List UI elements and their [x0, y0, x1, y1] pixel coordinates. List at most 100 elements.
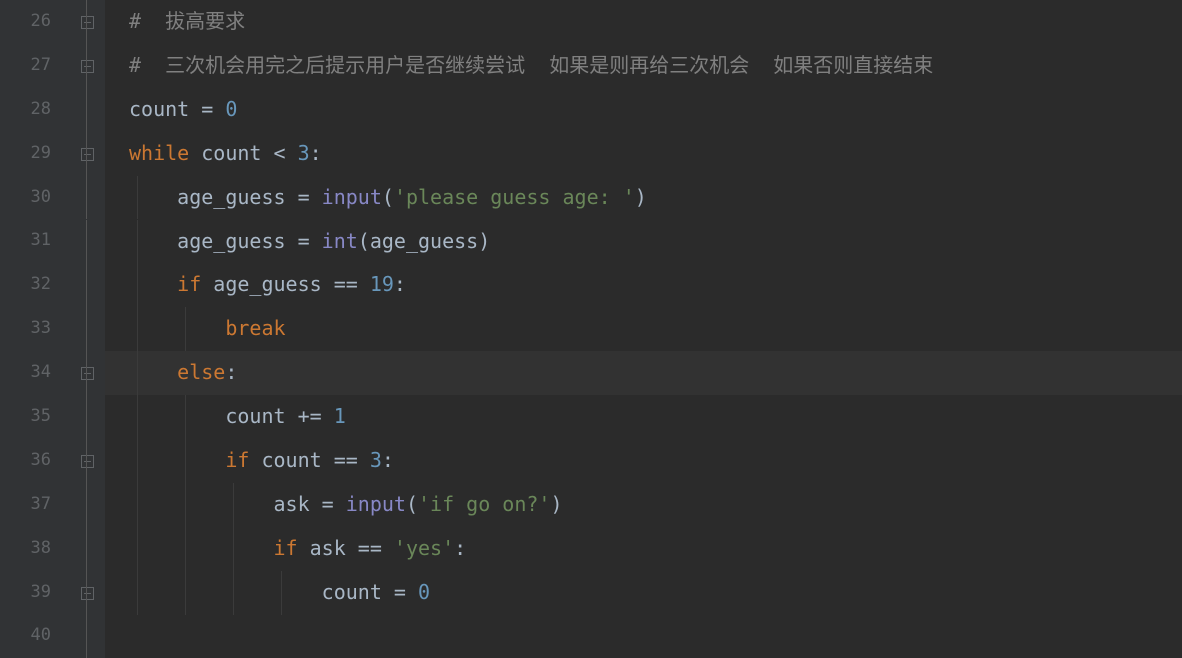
fold-collapse-icon[interactable] [81, 16, 94, 29]
code-token: input [322, 185, 382, 209]
fold-collapse-icon[interactable] [81, 455, 94, 468]
line-number: 36 [0, 439, 51, 483]
code-token: = [322, 492, 346, 516]
line-number: 35 [0, 395, 51, 439]
line-number: 33 [0, 307, 51, 351]
code-line[interactable]: count = 0 [129, 571, 430, 615]
line-number: 38 [0, 527, 51, 571]
fold-collapse-icon[interactable] [81, 60, 94, 73]
code-area[interactable]: # 拔高要求 # 三次机会用完之后提示用户是否继续尝试 如果是则再给三次机会 如果… [105, 0, 1182, 658]
line-number: 37 [0, 483, 51, 527]
code-token: count [249, 448, 333, 472]
current-line-highlight [105, 351, 1182, 395]
code-token: break [129, 316, 286, 340]
line-number: 34 [0, 351, 51, 395]
code-token: count [129, 97, 189, 121]
code-token: 3 [298, 141, 310, 165]
fold-guide-line [86, 615, 87, 658]
code-token: == [334, 448, 370, 472]
line-number: 31 [0, 219, 51, 263]
code-token: ask [298, 536, 358, 560]
code-token: ) [550, 492, 562, 516]
code-token: 'yes' [394, 536, 454, 560]
code-line[interactable]: age_guess = input('please guess age: ') [129, 176, 647, 220]
code-token: input [346, 492, 406, 516]
code-token: 0 [418, 580, 430, 604]
code-token: : [394, 272, 406, 296]
code-line[interactable]: age_guess = int(age_guess) [129, 220, 490, 264]
fold-guide-line [86, 483, 87, 527]
code-token: = [394, 580, 418, 604]
code-token: age_guess [129, 229, 298, 253]
code-token: : [225, 360, 237, 384]
code-token: = [189, 97, 225, 121]
code-line[interactable]: if age_guess == 19: [129, 263, 406, 307]
code-token: # 拔高要求 [129, 9, 245, 33]
code-token: count [129, 404, 298, 428]
fold-guide-line [86, 176, 87, 220]
fold-guide-line [86, 527, 87, 571]
code-line[interactable]: else: [129, 351, 237, 395]
fold-guide-line [86, 571, 87, 615]
code-token: == [358, 536, 394, 560]
fold-collapse-icon[interactable] [81, 367, 94, 380]
code-token: 19 [370, 272, 394, 296]
fold-guide-line [86, 439, 87, 483]
line-number: 40 [0, 614, 51, 658]
code-token: ask [129, 492, 322, 516]
fold-guide-line [86, 220, 87, 264]
code-token: if [129, 272, 201, 296]
code-line[interactable]: if count == 3: [129, 439, 394, 483]
fold-guide-line [86, 307, 87, 351]
fold-collapse-icon[interactable] [81, 148, 94, 161]
code-token: ( [382, 185, 394, 209]
code-line[interactable]: ask = input('if go on?') [129, 483, 563, 527]
code-token: if [129, 448, 249, 472]
code-token: : [382, 448, 394, 472]
code-token: = [298, 229, 322, 253]
code-token: 0 [225, 97, 237, 121]
fold-guide-line [86, 263, 87, 307]
line-number: 39 [0, 571, 51, 615]
code-token: 3 [370, 448, 382, 472]
line-number: 29 [0, 132, 51, 176]
code-token: < [274, 141, 298, 165]
fold-column [75, 0, 105, 658]
code-token: age_guess [201, 272, 333, 296]
code-line[interactable]: break [129, 307, 286, 351]
code-line[interactable]: # 三次机会用完之后提示用户是否继续尝试 如果是则再给三次机会 如果否则直接结束 [129, 44, 933, 88]
code-token: age_guess [129, 185, 298, 209]
code-token: 'please guess age: ' [394, 185, 635, 209]
code-token: += [298, 404, 334, 428]
code-token: ( [406, 492, 418, 516]
code-token: : [310, 141, 322, 165]
code-token: 'if go on?' [418, 492, 550, 516]
line-number: 32 [0, 263, 51, 307]
code-editor[interactable]: 262728293031323334353637383940 # 拔高要求# 三… [0, 0, 1182, 658]
line-number: 30 [0, 176, 51, 220]
code-line[interactable]: if ask == 'yes': [129, 527, 466, 571]
code-line[interactable]: count += 1 [129, 395, 346, 439]
code-token: int [322, 229, 358, 253]
code-token: # 三次机会用完之后提示用户是否继续尝试 如果是则再给三次机会 如果否则直接结束 [129, 53, 933, 77]
code-token: ( [358, 229, 370, 253]
code-line[interactable]: count = 0 [129, 88, 237, 132]
fold-guide-line [86, 351, 87, 395]
code-token: count [129, 580, 394, 604]
code-line[interactable]: # 拔高要求 [129, 0, 245, 44]
code-token: count [189, 141, 273, 165]
code-token: : [454, 536, 466, 560]
code-token: while [129, 141, 189, 165]
line-number: 28 [0, 88, 51, 132]
code-token: 1 [334, 404, 346, 428]
line-number: 27 [0, 44, 51, 88]
code-line[interactable]: while count < 3: [129, 132, 322, 176]
line-number: 26 [0, 0, 51, 44]
fold-guide-line [86, 88, 87, 132]
code-token: ) [478, 229, 490, 253]
fold-guide-line [86, 0, 87, 44]
code-token: if [129, 536, 298, 560]
code-token: == [334, 272, 370, 296]
fold-collapse-icon[interactable] [81, 587, 94, 600]
line-number-gutter: 262728293031323334353637383940 [0, 0, 75, 658]
